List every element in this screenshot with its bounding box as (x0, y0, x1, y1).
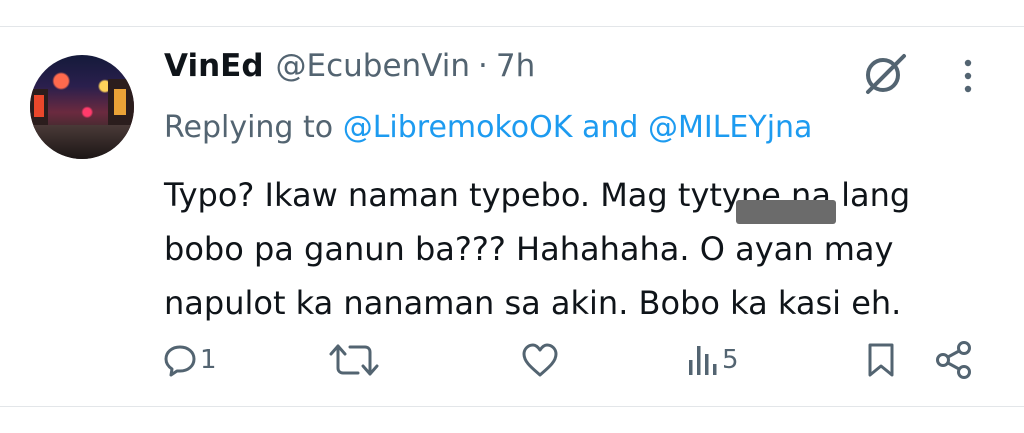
replying-to: Replying to @LibremokoOK and @MILEYjna (164, 110, 812, 145)
author-handle[interactable]: @EcubenVin (276, 48, 470, 84)
reply-count: 1 (200, 345, 217, 375)
views-count: 5 (722, 345, 739, 375)
share-button[interactable] (934, 340, 974, 380)
views-button[interactable]: 5 (686, 340, 739, 380)
redaction-bar (736, 200, 836, 224)
comment-icon (164, 345, 196, 377)
author-name[interactable]: VinEd (164, 48, 264, 84)
mention-mileyjna[interactable]: @MILEYjna (648, 110, 812, 145)
tweet-body-line: napulot ka nanaman sa akin. Bobo ka kasi… (164, 284, 902, 322)
retweet-icon (329, 344, 379, 376)
avatar-crowd (30, 125, 134, 159)
replying-prefix: Replying to (164, 110, 334, 145)
timestamp[interactable]: 7h (496, 48, 535, 84)
avatar-sign (114, 89, 126, 115)
mention-joiner: and (581, 110, 639, 145)
tweet-body-line: Typo? Ikaw naman typebo. Mag tytype na l… (164, 176, 911, 214)
more-vertical-icon[interactable] (958, 56, 978, 96)
views-chart-icon (689, 346, 717, 375)
grok-icon[interactable] (862, 50, 908, 96)
top-divider (0, 26, 1024, 27)
tweet-body-line: bobo pa ganun ba??? Hahahaha. O ayan may (164, 230, 894, 268)
bottom-divider (0, 406, 1024, 407)
bookmark-button[interactable] (866, 340, 896, 380)
tweet-body: Typo? Ikaw naman typebo. Mag tytype na l… (164, 168, 994, 330)
retweet-button[interactable] (328, 340, 382, 380)
avatar[interactable] (30, 55, 134, 159)
tweet-header: VinEd @EcubenVin · 7h (164, 48, 535, 84)
bookmark-icon (868, 343, 894, 377)
separator-dot: · (477, 48, 488, 84)
like-button[interactable] (520, 340, 562, 380)
mention-libremokook[interactable]: @LibremokoOK (343, 110, 573, 145)
avatar-sign (34, 95, 44, 117)
share-icon (936, 341, 971, 379)
heart-icon (522, 343, 558, 377)
reply-button[interactable]: 1 (162, 340, 217, 380)
